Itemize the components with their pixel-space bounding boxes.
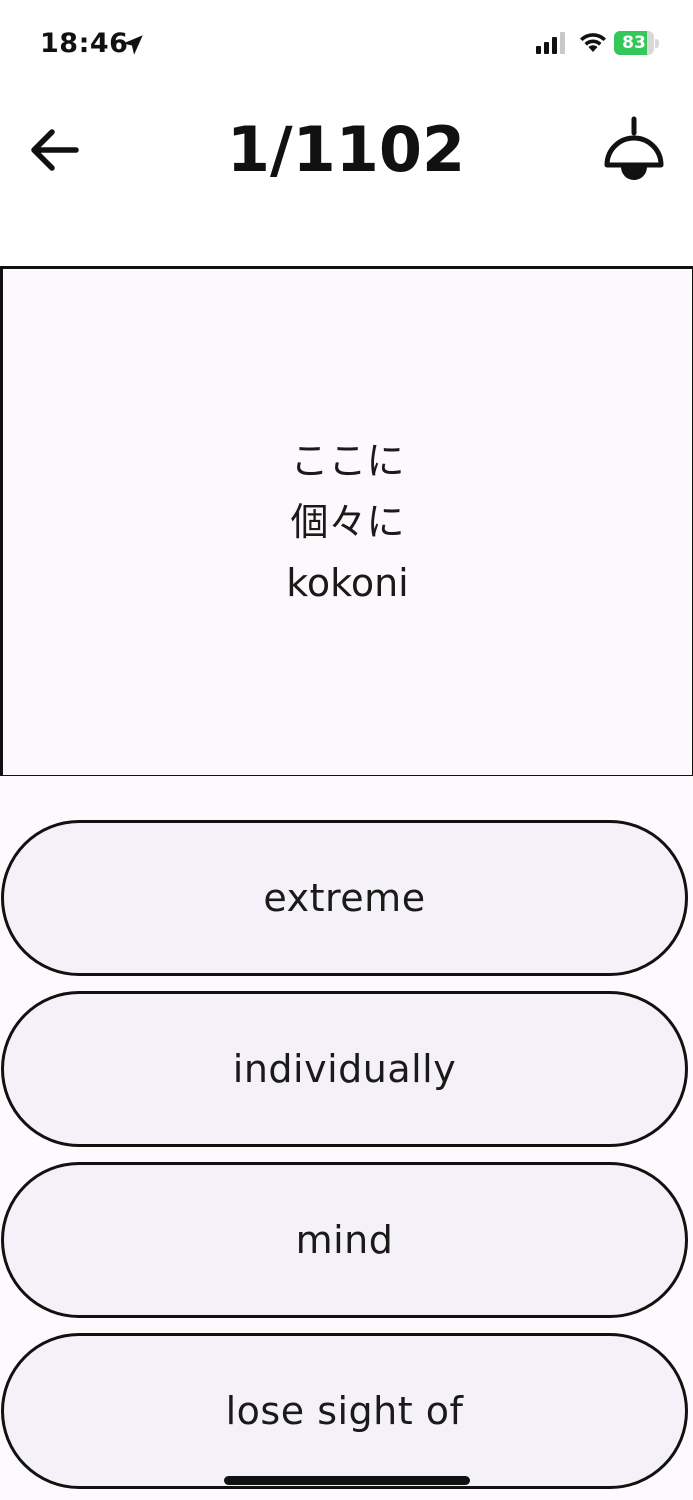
option-button[interactable]: lose sight of [1,1333,688,1489]
option-button[interactable]: extreme [1,820,688,976]
battery-cap [655,39,659,48]
option-label: mind [295,1218,394,1262]
lamp-button[interactable] [596,112,672,188]
status-time: 18:46 [40,28,129,59]
option-label: lose sight of [225,1389,464,1433]
option-button[interactable]: individually [1,991,688,1147]
battery-body: 83 [614,31,654,55]
app-header: 1/1102 [0,100,693,200]
battery-charging-icon: 83 [614,31,660,55]
arrow-left-icon [31,129,79,171]
card-kana: ここに [290,438,405,483]
option-label: extreme [263,876,426,920]
location-arrow-icon [123,35,143,55]
card-kanji: 個々に [290,499,405,544]
back-button[interactable] [22,118,86,182]
option-button[interactable]: mind [1,1162,688,1318]
option-label: individually [232,1047,457,1091]
home-indicator [224,1476,470,1485]
page-title: 1/1102 [226,113,466,186]
status-bar: 18:46 83 [0,0,693,90]
signal-bars-icon [536,32,565,54]
battery-percent: 83 [622,33,646,53]
lamp-icon [604,116,664,180]
flashcard[interactable]: ここに 個々に kokoni [0,266,693,778]
wifi-icon [580,33,606,52]
card-romaji: kokoni [286,560,409,605]
